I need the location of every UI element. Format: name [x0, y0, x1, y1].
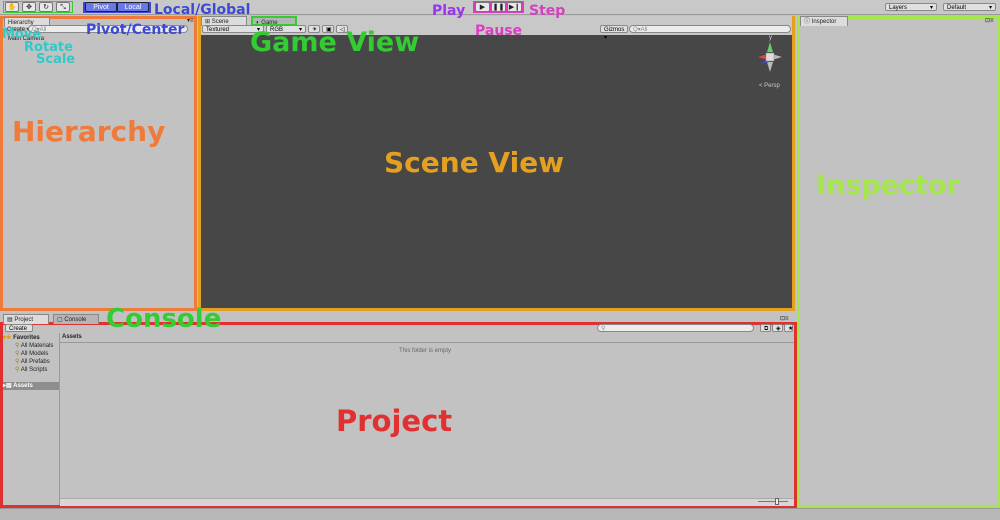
scale-icon: ⤡	[60, 4, 66, 11]
assets-breadcrumb[interactable]: Assets	[62, 334, 82, 340]
move-tool-button[interactable]: ✥	[22, 2, 36, 12]
star-icon: ★	[788, 326, 794, 332]
slider-track	[758, 501, 788, 502]
inspector-lock-icon[interactable]: ⊡≡	[985, 17, 994, 24]
tag-icon: ◈	[776, 326, 781, 332]
project-menu-icon[interactable]: ⊡≡	[780, 315, 789, 322]
annotation-game-view: Game View	[250, 27, 420, 58]
tab-inspector[interactable]: ⓘ Inspector	[800, 16, 848, 26]
assets-root-label: Assets	[13, 383, 33, 389]
annotation-local-global: Local/Global	[154, 2, 251, 18]
annotation-play: Play	[432, 3, 466, 19]
step-button[interactable]: ▶❙	[507, 2, 522, 12]
inspector-tab-label: Inspector	[811, 19, 837, 25]
annotation-project: Project	[336, 404, 453, 438]
console-tab-label: Console	[64, 317, 87, 323]
play-button[interactable]: ▶	[475, 2, 490, 12]
hierarchy-menu-icon[interactable]: ▾≡	[187, 17, 194, 24]
annotation-inspector: Inspector	[816, 170, 960, 201]
hand-tool-button[interactable]: ✋	[5, 2, 19, 12]
favorites-label: Favorites	[13, 335, 40, 341]
assets-tree-item[interactable]: ▸▤ Assets	[3, 382, 59, 390]
play-icon: ▶	[479, 4, 486, 11]
hierarchy-panel	[0, 16, 197, 311]
project-bottom-bar	[60, 498, 794, 506]
scene-search-input[interactable]: Q▾All	[629, 25, 791, 33]
layout-label: Default	[947, 5, 967, 11]
local-label: Local	[124, 4, 142, 11]
layout-dropdown[interactable]: Default ▾	[943, 3, 996, 11]
pause-button[interactable]: ❚❚	[491, 2, 506, 12]
scale-tool-button[interactable]: ⤡	[56, 2, 70, 12]
tab-project[interactable]: ▤ Project	[3, 314, 49, 324]
rotate-tool-button[interactable]: ↻	[39, 2, 53, 12]
project-favorite-button[interactable]: ★	[784, 324, 793, 332]
orientation-gizmo-icon	[758, 42, 782, 72]
annotation-console: Console	[106, 304, 222, 334]
folder-icon: ▸▤	[3, 383, 14, 389]
annotation-step: Step	[529, 3, 566, 19]
project-filter-type-button[interactable]: ⧉	[760, 324, 771, 332]
pivot-toggle-button[interactable]: Pivot	[85, 2, 117, 12]
project-tab-label: Project	[14, 317, 34, 323]
favorites-section[interactable]: ▾★ Favorites	[3, 334, 40, 341]
rotate-icon: ↻	[43, 4, 49, 11]
favorites-item[interactable]: ⚲ All Materials	[15, 342, 53, 349]
gizmo-y-label: y	[769, 35, 772, 41]
local-toggle-button[interactable]: Local	[117, 2, 149, 12]
empty-folder-message: This folder is empty	[399, 348, 452, 354]
project-filter-label-button[interactable]: ◈	[772, 324, 783, 332]
layers-label: Layers	[889, 5, 908, 11]
filter-icon: ⧉	[764, 326, 769, 332]
chevron-down-icon: ▾	[929, 5, 933, 11]
project-create-button[interactable]: Create ▾	[5, 324, 33, 340]
assets-header-divider	[60, 342, 794, 343]
project-search-input[interactable]: ⚲	[597, 324, 754, 332]
annotation-pause: Pause	[475, 23, 523, 39]
favorites-item[interactable]: ⚲ All Prefabs	[15, 358, 50, 365]
favorites-item[interactable]: ⚲ All Scripts	[15, 366, 47, 373]
search-icon: ⚲	[601, 326, 606, 332]
annotation-scene-view: Scene View	[384, 146, 565, 179]
tab-console[interactable]: ▢ Console	[53, 314, 99, 324]
layers-dropdown[interactable]: Layers ▾	[885, 3, 937, 11]
step-icon: ▶❙	[508, 4, 521, 11]
pivot-label: Pivot	[93, 4, 109, 11]
scene-search-placeholder: Q▾All	[633, 27, 648, 33]
slider-thumb[interactable]	[775, 498, 779, 505]
info-icon: ⓘ	[804, 19, 812, 25]
scene-orientation-gizmo[interactable]	[756, 38, 784, 76]
move-icon: ✥	[26, 4, 32, 11]
pause-icon: ❚❚	[492, 4, 505, 11]
annotation-hierarchy: Hierarchy	[12, 115, 166, 148]
favorites-item[interactable]: ⚲ All Models	[15, 350, 48, 357]
chevron-down-icon: ▾	[988, 5, 992, 11]
status-bar	[0, 508, 1000, 520]
hand-icon: ✋	[7, 4, 17, 11]
gizmos-dropdown[interactable]: Gizmos ▾	[600, 25, 628, 41]
star-icon: ▾★	[3, 335, 14, 341]
annotation-pivot-center: Pivot/Center	[86, 22, 185, 38]
draw-mode-label: Textured	[206, 27, 230, 33]
inspector-panel	[797, 16, 1000, 508]
icon-size-slider[interactable]	[758, 498, 788, 505]
persp-label[interactable]: < Persp	[759, 83, 780, 89]
annotation-scale: Scale	[36, 52, 76, 67]
